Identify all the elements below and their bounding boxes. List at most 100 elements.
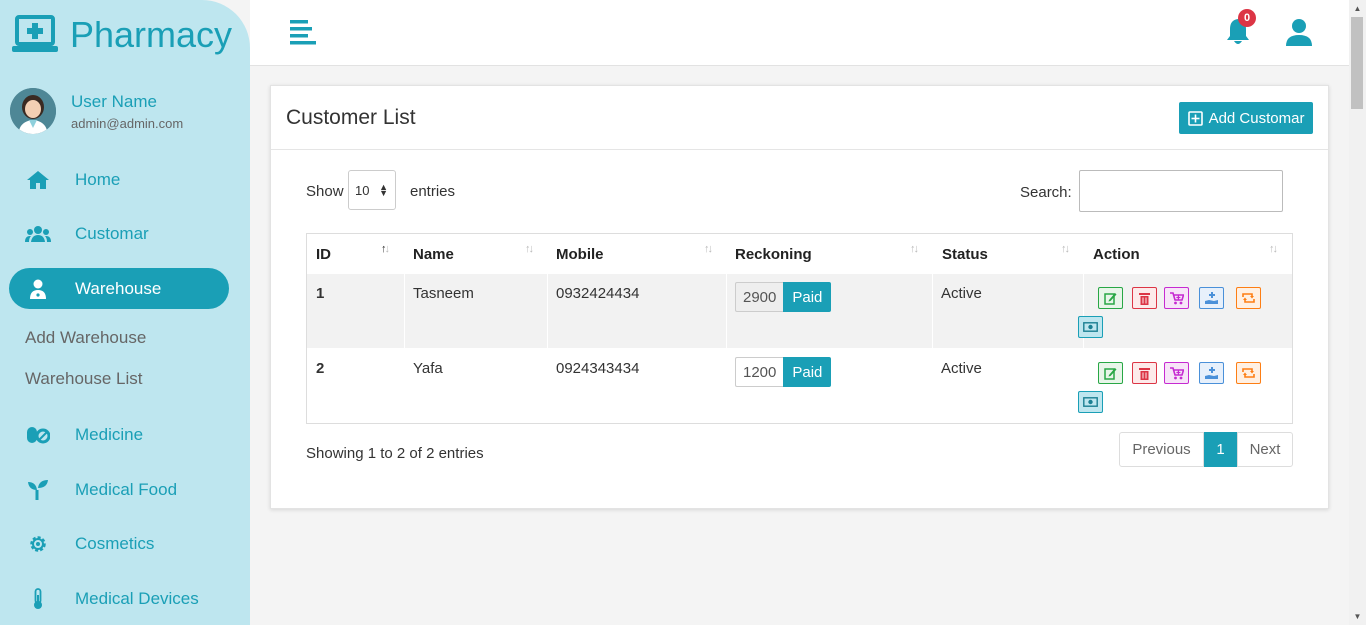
money-bill-icon[interactable] <box>1078 391 1103 413</box>
sidebar: Pharmacy User Name admin@admin.com Home … <box>0 0 250 625</box>
column-header-status[interactable]: Status <box>942 246 988 263</box>
cell-id: 2 <box>316 360 325 377</box>
next-page-button[interactable]: Next <box>1237 432 1293 467</box>
customer-list-card: Customer List Add Customar Show 10 ▲ ▼ en… <box>270 85 1329 509</box>
sort-icon[interactable]: ↑↓ <box>910 243 919 255</box>
table-header-row: ID ↑↓ Name ↑↓ Mobile ↑↓ Reckoning ↑↓ Sta… <box>307 234 1292 274</box>
sort-icon[interactable]: ↑↓ <box>1269 243 1278 255</box>
reckoning-amount: 2900 <box>735 282 784 312</box>
scroll-thumb[interactable] <box>1351 17 1363 109</box>
sidebar-item-customar[interactable]: Customar <box>9 213 229 254</box>
table-row: 2 Yafa 0924343434 1200 Paid Active <box>307 348 1292 423</box>
plus-square-icon <box>1187 110 1203 126</box>
edit-icon[interactable] <box>1098 287 1123 309</box>
scroll-down-arrow-icon[interactable]: ▼ <box>1349 608 1366 625</box>
pills-icon <box>23 424 53 446</box>
paid-button[interactable]: Paid <box>783 282 832 312</box>
sidebar-item-medicine[interactable]: Medicine <box>9 414 229 455</box>
gear-icon <box>23 533 53 555</box>
cart-plus-icon[interactable] <box>1164 287 1189 309</box>
cell-mobile: 0932424434 <box>556 285 640 302</box>
page-scrollbar[interactable]: ▲ ▼ <box>1349 0 1366 625</box>
table-row: 1 Tasneem 0932424434 2900 Paid Active <box>307 274 1292 348</box>
delete-icon[interactable] <box>1132 287 1157 309</box>
delete-icon[interactable] <box>1132 362 1157 384</box>
column-header-mobile[interactable]: Mobile <box>556 246 604 263</box>
page-title: Customer List <box>286 106 416 129</box>
sidebar-item-label: Medical Food <box>75 479 178 499</box>
customer-table: ID ↑↓ Name ↑↓ Mobile ↑↓ Reckoning ↑↓ Sta… <box>306 233 1293 424</box>
reckoning-amount: 1200 <box>735 357 784 387</box>
brand-title: Pharmacy <box>70 14 233 55</box>
sort-asc-icon[interactable]: ↑↓ <box>381 243 390 255</box>
pagination: Previous 1 Next <box>1119 432 1293 467</box>
brand[interactable]: Pharmacy <box>12 14 232 56</box>
doctor-avatar-icon <box>10 88 56 134</box>
sidebar-item-medical-food[interactable]: Medical Food <box>9 469 229 510</box>
avatar <box>10 88 56 134</box>
reckoning-group: 1200 Paid <box>735 357 832 387</box>
scroll-up-arrow-icon[interactable]: ▲ <box>1349 0 1366 17</box>
paid-button[interactable]: Paid <box>783 357 832 387</box>
cell-status: Active <box>941 285 982 302</box>
hand-holding-medical-icon[interactable] <box>1199 287 1224 309</box>
column-header-id[interactable]: ID <box>316 246 331 263</box>
sidebar-item-label: Home <box>75 169 121 189</box>
users-icon <box>23 223 53 245</box>
user-md-icon <box>23 278 53 300</box>
table-info: Showing 1 to 2 of 2 entries <box>306 445 484 462</box>
notification-badge: 0 <box>1238 9 1256 27</box>
search-label: Search: <box>1020 184 1072 201</box>
cell-status: Active <box>941 360 982 377</box>
cell-name: Yafa <box>413 360 443 377</box>
sidebar-item-label: Medical Devices <box>75 588 199 608</box>
add-customer-button[interactable]: Add Customar <box>1179 102 1313 134</box>
user-profile: User Name admin@admin.com <box>10 88 183 134</box>
user-email: admin@admin.com <box>71 115 184 131</box>
entries-value: 10 <box>355 182 370 198</box>
page-1-button[interactable]: 1 <box>1204 432 1237 467</box>
user-icon[interactable] <box>1285 18 1313 46</box>
search-input[interactable] <box>1079 170 1283 212</box>
sort-icon[interactable]: ↑↓ <box>525 243 534 255</box>
entries-label: entries <box>410 183 456 200</box>
cart-plus-icon[interactable] <box>1164 362 1189 384</box>
laptop-medical-icon <box>12 15 58 52</box>
sort-icon[interactable]: ↑↓ <box>704 243 713 255</box>
column-header-action[interactable]: Action <box>1093 246 1140 263</box>
menu-toggle-icon[interactable] <box>290 19 318 45</box>
money-bill-icon[interactable] <box>1078 316 1103 338</box>
sidebar-item-home[interactable]: Home <box>9 159 229 200</box>
sidebar-subitem-add-warehouse[interactable]: Add Warehouse <box>25 328 146 348</box>
entries-select[interactable]: 10 ▲ ▼ <box>348 170 396 210</box>
thermometer-icon <box>23 587 53 610</box>
sidebar-item-label: Cosmetics <box>75 533 155 553</box>
sidebar-item-medical-devices[interactable]: Medical Devices <box>9 578 229 619</box>
show-label: Show <box>306 183 344 200</box>
card-header: Customer List Add Customar <box>271 86 1328 150</box>
sidebar-item-label: Warehouse <box>75 278 162 298</box>
retweet-icon[interactable] <box>1236 287 1261 309</box>
sort-icon[interactable]: ↑↓ <box>1061 243 1070 255</box>
previous-page-button[interactable]: Previous <box>1119 432 1204 467</box>
cell-mobile: 0924343434 <box>556 360 640 377</box>
column-header-reckoning[interactable]: Reckoning <box>735 246 812 263</box>
cell-id: 1 <box>316 285 325 302</box>
seedling-icon <box>23 479 53 501</box>
sidebar-item-label: Medicine <box>75 424 144 444</box>
select-arrows-icon: ▲ ▼ <box>379 182 388 198</box>
home-icon <box>23 169 53 191</box>
topbar: 0 <box>250 0 1349 66</box>
edit-icon[interactable] <box>1098 362 1123 384</box>
user-name: User Name <box>71 91 157 111</box>
retweet-icon[interactable] <box>1236 362 1261 384</box>
cell-name: Tasneem <box>413 285 474 302</box>
sidebar-item-label: Customar <box>75 223 149 243</box>
sidebar-item-warehouse[interactable]: Warehouse <box>9 268 229 309</box>
sidebar-item-cosmetics[interactable]: Cosmetics <box>9 523 229 564</box>
sidebar-subitem-warehouse-list[interactable]: Warehouse List <box>25 369 142 389</box>
reckoning-group: 2900 Paid <box>735 282 832 312</box>
add-customer-label: Add Customar <box>1208 109 1305 127</box>
column-header-name[interactable]: Name <box>413 246 454 263</box>
hand-holding-medical-icon[interactable] <box>1199 362 1224 384</box>
